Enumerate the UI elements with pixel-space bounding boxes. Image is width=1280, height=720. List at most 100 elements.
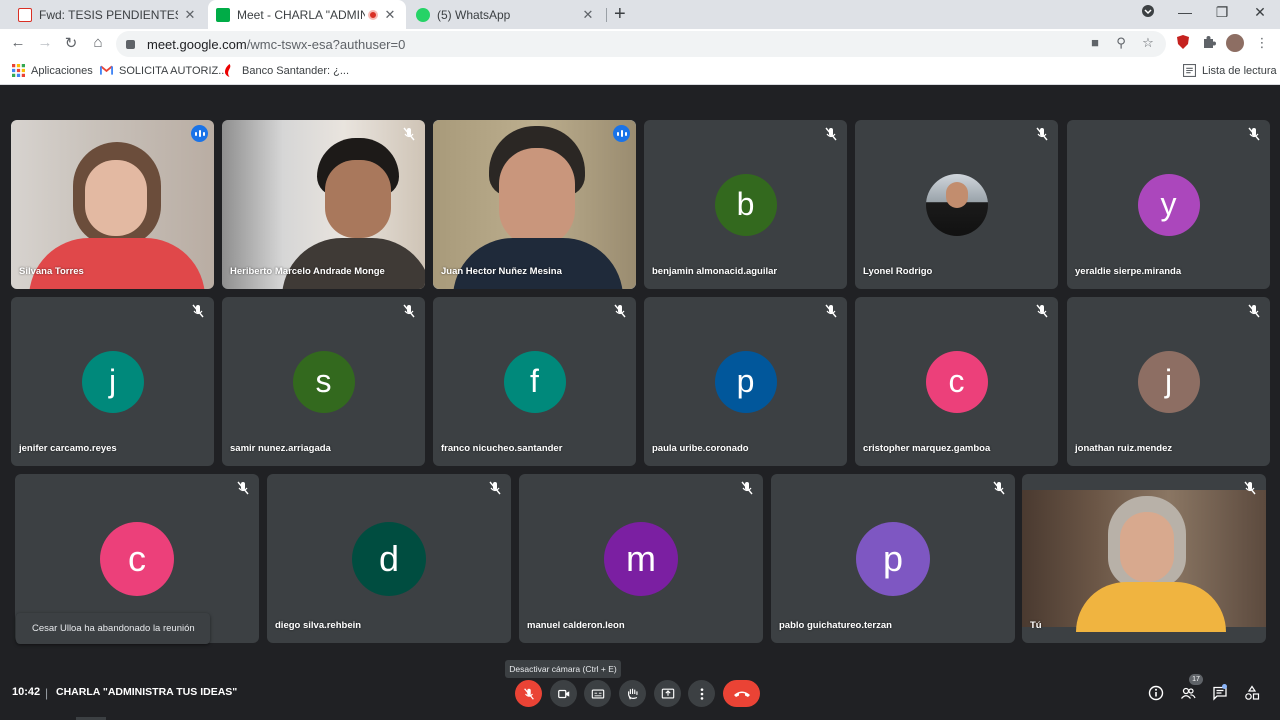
- participant-avatar: c: [925, 350, 988, 413]
- participant-avatar: j: [81, 350, 144, 413]
- participant-name: diego silva.rehbein: [275, 620, 362, 631]
- reading-list-icon: [1183, 64, 1196, 77]
- tab-strip: Fwd: TESIS PENDIENTES - valeria ✕ Meet -…: [0, 0, 1280, 29]
- mic-off-icon: [823, 303, 839, 319]
- participant-name: cristopher marquez.gamboa: [863, 443, 991, 454]
- participant-name: Silvana Torres: [19, 266, 84, 277]
- reading-list[interactable]: Lista de lectura: [1183, 64, 1277, 77]
- mic-off-icon: [1034, 126, 1050, 142]
- participant-tile[interactable]: Heriberto Marcelo Andrade Monge: [222, 120, 425, 289]
- participant-name: Juan Hector Nuñez Mesina: [441, 266, 562, 277]
- self-video: [1022, 490, 1266, 632]
- captions-button[interactable]: [584, 680, 611, 707]
- mic-off-icon: [739, 480, 755, 496]
- tab-whatsapp[interactable]: (5) WhatsApp ✕: [408, 0, 604, 29]
- bookmark-label: Banco Santander: ¿...: [242, 64, 350, 77]
- zoom-icon[interactable]: ⚲: [1112, 35, 1130, 51]
- window-close-icon[interactable]: ✕: [1250, 4, 1270, 21]
- tab-title: (5) WhatsApp: [437, 7, 511, 22]
- bookmark-solicita[interactable]: SOLICITA AUTORIZ...: [100, 64, 227, 77]
- video-camera-icon: [557, 689, 569, 698]
- forward-icon[interactable]: →: [36, 34, 54, 51]
- participant-tile[interactable]: j jonathan ruiz.mendez: [1067, 297, 1270, 466]
- bookmark-apps[interactable]: Aplicaciones: [12, 64, 93, 77]
- participants-button[interactable]: [1178, 683, 1198, 703]
- participant-tile[interactable]: j jenifer carcamo.reyes: [11, 297, 214, 466]
- participant-tile[interactable]: m manuel calderon.leon: [519, 474, 763, 643]
- tab-search-icon[interactable]: [1138, 4, 1158, 21]
- maximize-icon[interactable]: ❐: [1212, 4, 1232, 21]
- shield-extension-icon[interactable]: [1175, 34, 1193, 52]
- participant-name: yeraldie sierpe.miranda: [1075, 266, 1182, 277]
- participant-avatar: m: [604, 521, 678, 596]
- participant-tile[interactable]: Juan Hector Nuñez Mesina: [433, 120, 636, 289]
- participant-tile[interactable]: b benjamin almonacid.aguilar: [644, 120, 847, 289]
- activities-button[interactable]: [1242, 683, 1262, 703]
- participant-avatar: p: [856, 521, 930, 596]
- lock-icon: [126, 39, 135, 49]
- mic-off-icon: [1246, 303, 1262, 319]
- menu-kebab-icon[interactable]: ⋮: [1253, 35, 1271, 51]
- bookmarks-bar: Aplicaciones SOLICITA AUTORIZ... Banco S…: [0, 59, 1280, 85]
- participant-name: benjamin almonacid.aguilar: [652, 266, 778, 277]
- minimize-icon[interactable]: —: [1175, 4, 1195, 20]
- participant-tile[interactable]: d diego silva.rehbein: [267, 474, 511, 643]
- participant-video: [433, 120, 636, 289]
- mic-off-icon: [991, 480, 1007, 496]
- self-view-tile[interactable]: Tú: [1022, 474, 1266, 643]
- recording-icon: [368, 9, 378, 20]
- mic-off-icon: [1034, 303, 1050, 319]
- meeting-title: CHARLA "ADMINISTRA TUS IDEAS": [56, 686, 238, 698]
- raise-hand-button[interactable]: [619, 680, 646, 707]
- participant-video: [222, 120, 425, 289]
- participant-name: Lyonel Rodrigo: [863, 266, 933, 277]
- home-icon[interactable]: ⌂: [89, 34, 107, 51]
- mic-off-icon: [401, 126, 417, 142]
- participant-tile[interactable]: Lyonel Rodrigo: [855, 120, 1058, 289]
- participant-tile[interactable]: s samir nunez.arriagada: [222, 297, 425, 466]
- bookmark-santander[interactable]: Banco Santander: ¿...: [223, 64, 349, 77]
- meet-stage: Silvana Torres Heriberto Marcelo Andrade…: [0, 86, 1280, 720]
- star-icon[interactable]: ☆: [1139, 35, 1157, 51]
- more-options-button[interactable]: [688, 680, 715, 707]
- close-icon[interactable]: ✕: [580, 7, 596, 23]
- gmail-icon: [18, 7, 32, 22]
- tab-gmail[interactable]: Fwd: TESIS PENDIENTES - valeria ✕: [10, 0, 206, 29]
- profile-avatar-icon[interactable]: [1226, 34, 1244, 52]
- close-icon[interactable]: ✕: [382, 7, 398, 23]
- extensions-puzzle-icon[interactable]: [1201, 34, 1219, 52]
- participant-tile[interactable]: p pablo guichatureo.terzan: [771, 474, 1015, 643]
- mic-off-icon: [1242, 480, 1258, 496]
- participant-tile[interactable]: y yeraldie sierpe.miranda: [1067, 120, 1270, 289]
- participant-tile[interactable]: p paula uribe.coronado: [644, 297, 847, 466]
- tab-meet[interactable]: Meet - CHARLA "ADMINISTR ✕: [208, 0, 406, 29]
- leave-call-button[interactable]: [723, 680, 760, 707]
- more-vert-icon: [700, 687, 703, 700]
- participant-name: paula uribe.coronado: [652, 443, 749, 454]
- participant-name: Tú: [1030, 620, 1042, 631]
- activities-shapes-icon: [1245, 685, 1260, 700]
- participant-tile[interactable]: c cristopher marquez.gamboa: [855, 297, 1058, 466]
- meeting-details-button[interactable]: [1146, 683, 1166, 703]
- chat-button[interactable]: [1210, 683, 1230, 703]
- url-path: /wmc-tswx-esa?authuser=0: [246, 36, 406, 52]
- address-bar[interactable]: meet.google.com/wmc-tswx-esa?authuser=0: [116, 31, 1166, 57]
- camera-icon[interactable]: ■: [1086, 35, 1104, 50]
- participant-tile[interactable]: Silvana Torres: [11, 120, 214, 289]
- new-tab-icon[interactable]: +: [614, 3, 626, 26]
- speaking-indicator-icon: [613, 125, 630, 142]
- participant-name: pablo guichatureo.terzan: [779, 620, 892, 631]
- participant-name: manuel calderon.leon: [527, 620, 625, 631]
- chat-unread-dot: [1222, 684, 1227, 689]
- participant-avatar: f: [503, 350, 566, 413]
- participant-avatar: d: [352, 521, 426, 596]
- present-screen-button[interactable]: [654, 680, 681, 707]
- participant-tile[interactable]: f franco nicucheo.santander: [433, 297, 636, 466]
- back-icon[interactable]: ←: [9, 34, 27, 51]
- mic-toggle-button[interactable]: [515, 680, 542, 707]
- reload-icon[interactable]: ↻: [62, 34, 80, 52]
- camera-toggle-button[interactable]: [550, 680, 577, 707]
- participant-avatar: b: [714, 173, 777, 236]
- mic-off-icon: [401, 303, 417, 319]
- close-icon[interactable]: ✕: [182, 7, 198, 23]
